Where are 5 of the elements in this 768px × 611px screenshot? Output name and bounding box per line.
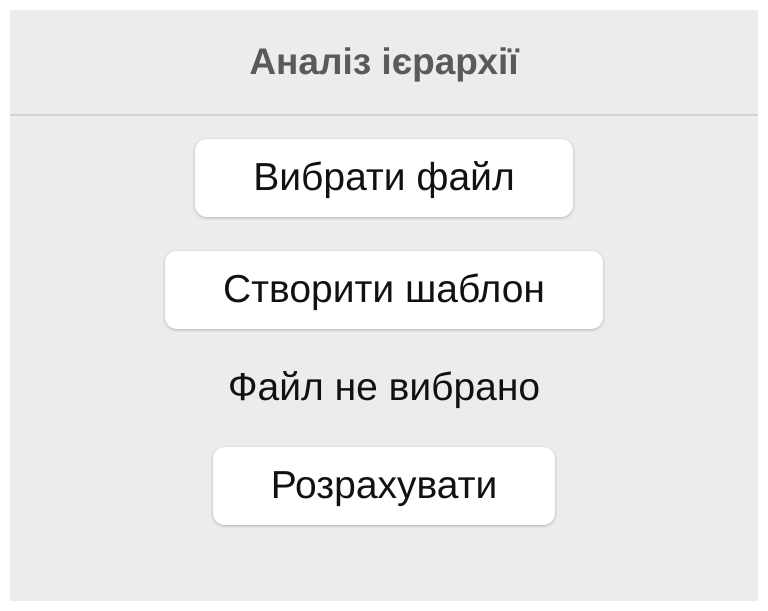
action-button[interactable]: Розрахувати	[212, 447, 556, 525]
action-button[interactable]: Створити шаблон	[165, 251, 603, 329]
file-status-text: Файл не вибрано	[228, 365, 540, 411]
window-title: Аналіз ієрархії	[249, 41, 519, 83]
action-button[interactable]: Вибрати файл	[195, 139, 573, 217]
